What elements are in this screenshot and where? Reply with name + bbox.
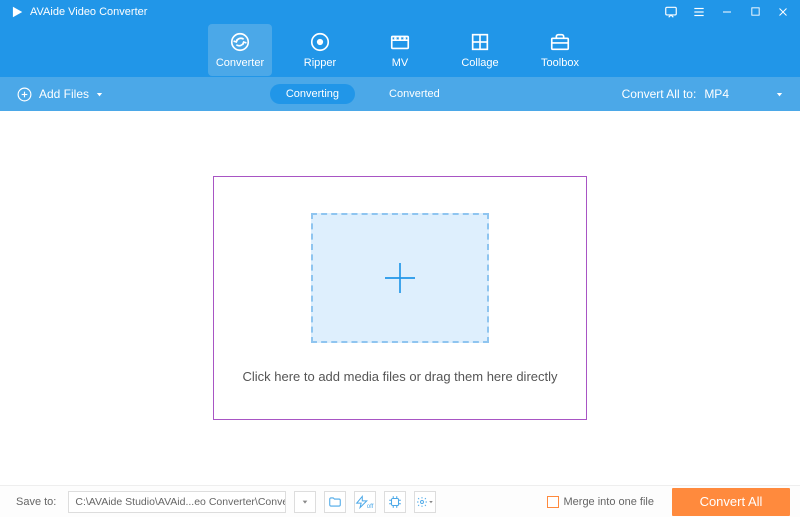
collage-icon <box>469 31 491 53</box>
close-icon[interactable] <box>776 5 790 19</box>
drop-zone-inner <box>311 213 489 343</box>
add-files-button[interactable]: Add Files <box>16 86 104 103</box>
toolbox-icon <box>549 31 571 53</box>
merge-checkbox-group[interactable]: Merge into one file <box>547 496 655 508</box>
main-navbar: Converter Ripper MV Collage Toolbox <box>0 23 800 77</box>
nav-mv[interactable]: MV <box>368 24 432 76</box>
nav-label: Ripper <box>304 57 336 69</box>
sub-toolbar: Add Files Converting Converted Convert A… <box>0 77 800 111</box>
minimize-icon[interactable] <box>720 5 734 19</box>
footer-bar: Save to: C:\AVAide Studio\AVAid...eo Con… <box>0 485 800 517</box>
plus-icon <box>380 258 420 298</box>
merge-label: Merge into one file <box>564 496 655 508</box>
add-files-label: Add Files <box>39 87 89 101</box>
save-path-input[interactable]: C:\AVAide Studio\AVAid...eo Converter\Co… <box>68 491 286 513</box>
nav-toolbox[interactable]: Toolbox <box>528 24 592 76</box>
gear-icon <box>416 496 428 508</box>
mv-icon <box>389 31 411 53</box>
caret-down-icon <box>428 499 434 505</box>
folder-icon <box>328 495 342 509</box>
tab-converting[interactable]: Converting <box>270 84 355 104</box>
converter-icon <box>229 31 251 53</box>
settings-button[interactable] <box>414 491 436 513</box>
titlebar-controls <box>664 5 790 19</box>
chip-icon <box>388 495 402 509</box>
convert-all-button[interactable]: Convert All <box>672 488 790 516</box>
merge-checkbox[interactable] <box>547 496 559 508</box>
caret-down-icon <box>775 90 784 99</box>
maximize-icon[interactable] <box>748 5 762 19</box>
caret-down-icon <box>95 90 104 99</box>
titlebar: AVAide Video Converter <box>0 0 800 23</box>
nav-label: Converter <box>216 57 264 69</box>
app-title: AVAide Video Converter <box>30 6 147 18</box>
caret-down-icon <box>301 498 309 506</box>
gpu-button[interactable] <box>384 491 406 513</box>
titlebar-left: AVAide Video Converter <box>10 5 147 19</box>
format-value: MP4 <box>704 87 729 101</box>
open-folder-button[interactable] <box>324 491 346 513</box>
nav-label: MV <box>392 57 409 69</box>
feedback-icon[interactable] <box>664 5 678 19</box>
drop-zone-text: Click here to add media files or drag th… <box>242 369 557 384</box>
nav-collage[interactable]: Collage <box>448 24 512 76</box>
nav-converter[interactable]: Converter <box>208 24 272 76</box>
tab-converted[interactable]: Converted <box>373 84 456 104</box>
nav-label: Toolbox <box>541 57 579 69</box>
save-path-dropdown[interactable] <box>294 491 316 513</box>
menu-icon[interactable] <box>692 5 706 19</box>
convert-all-to-label: Convert All to: <box>622 87 697 101</box>
format-dropdown[interactable]: MP4 <box>704 87 784 101</box>
main-area: Click here to add media files or drag th… <box>0 111 800 485</box>
plus-circle-icon <box>16 86 33 103</box>
ripper-icon <box>309 31 331 53</box>
save-to-label: Save to: <box>16 496 56 508</box>
convert-all-to: Convert All to: MP4 <box>622 87 784 101</box>
nav-label: Collage <box>461 57 498 69</box>
drop-zone[interactable]: Click here to add media files or drag th… <box>213 176 587 420</box>
hardware-accel-button[interactable]: off <box>354 491 376 513</box>
app-logo-icon <box>10 5 24 19</box>
subbar-tabs: Converting Converted <box>104 84 622 104</box>
nav-ripper[interactable]: Ripper <box>288 24 352 76</box>
